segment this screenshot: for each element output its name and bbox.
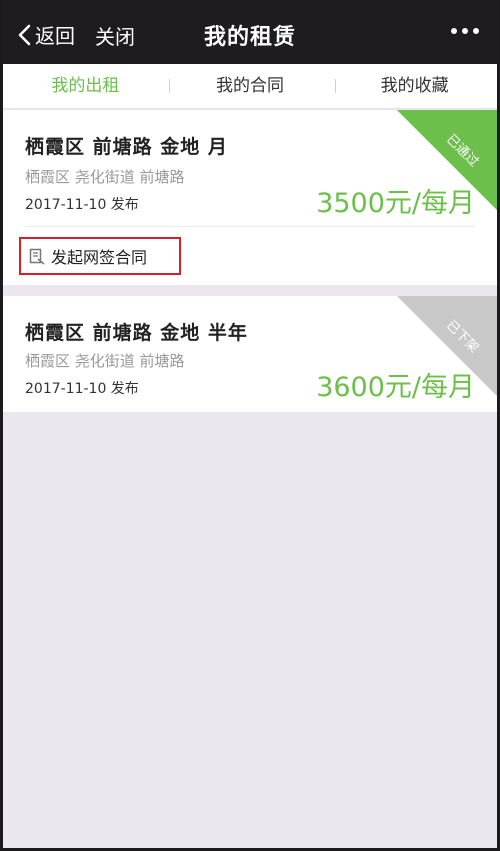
listing-card[interactable]: 已通过 栖霞区 前塘路 金地 月 栖霞区 尧化街道 前塘路 2017-11-10… (3, 110, 497, 285)
tab-bar: 我的出租 我的合同 我的收藏 (3, 64, 497, 109)
tab-divider (335, 79, 336, 93)
top-navbar: 返回 关闭 我的租赁 (3, 0, 497, 64)
page-title: 我的租赁 (203, 25, 296, 50)
listing-address: 栖霞区 尧化街道 前塘路 (25, 352, 185, 370)
more-options-button[interactable] (451, 28, 479, 34)
more-dot-icon (462, 28, 468, 34)
listing-address: 栖霞区 尧化街道 前塘路 (25, 168, 185, 186)
app-frame: 返回 关闭 我的租赁 我的出租 我的合同 我的收藏 已通过 栖霞区 前塘路 金地… (0, 0, 500, 851)
tab-my-rentals[interactable]: 我的出租 (3, 64, 168, 108)
document-icon (29, 248, 45, 265)
listing-price: 3600元/每月 (316, 372, 475, 403)
listing-price: 3500元/每月 (316, 188, 475, 219)
listing-title: 栖霞区 前塘路 金地 月 (25, 136, 228, 158)
listing-card[interactable]: 已下架 栖霞区 前塘路 金地 半年 栖霞区 尧化街道 前塘路 2017-11-1… (3, 296, 497, 412)
more-dot-icon (451, 28, 457, 34)
card-divider (25, 226, 475, 227)
start-e-contract-label: 发起网签合同 (51, 248, 148, 267)
listing-title: 栖霞区 前塘路 金地 半年 (25, 322, 248, 344)
more-dot-icon (473, 28, 479, 34)
listing-date: 2017-11-10 发布 (25, 381, 139, 397)
tab-divider (169, 79, 170, 93)
tab-my-favorites[interactable]: 我的收藏 (332, 64, 497, 108)
tab-my-contracts[interactable]: 我的合同 (168, 64, 333, 108)
start-e-contract-button[interactable]: 发起网签合同 (19, 237, 181, 275)
listing-date: 2017-11-10 发布 (25, 197, 139, 213)
